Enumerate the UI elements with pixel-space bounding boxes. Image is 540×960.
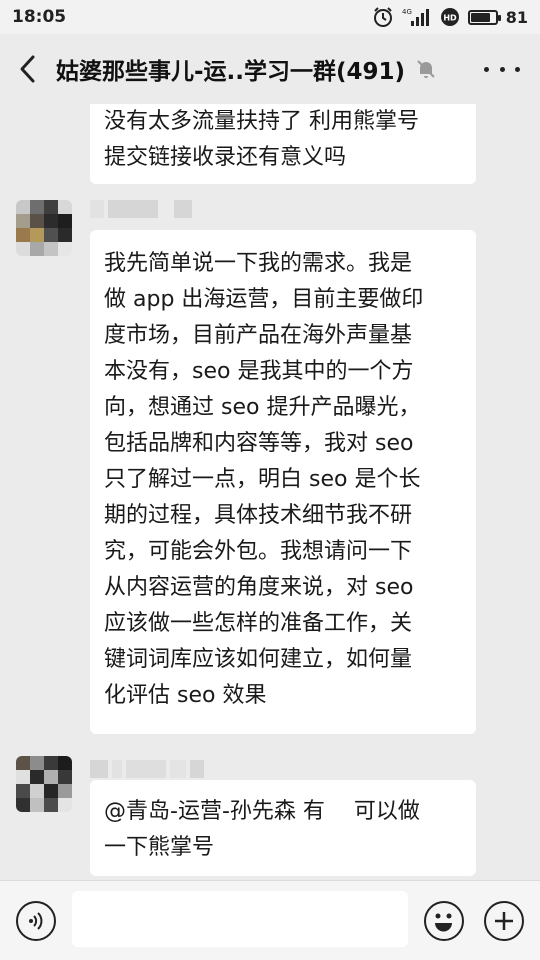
emoji-icon: [435, 913, 452, 932]
plus-button[interactable]: [484, 901, 524, 941]
message-line: 只了解过一点，明白 seo 是个长: [104, 467, 421, 492]
more-dot: [484, 66, 489, 72]
sender-name-blurred: [90, 760, 204, 778]
more-dot: [515, 66, 520, 72]
message-bubble[interactable]: 没有太多流量扶持了 利用熊掌号 提交链接收录还有意义吗: [90, 104, 476, 184]
emoji-button[interactable]: [424, 901, 464, 941]
message-line: 本没有，seo 是我其中的一个方: [104, 359, 414, 384]
message-line: 包括品牌和内容等等，我对 seo: [104, 431, 414, 456]
message-line: 提交链接收录还有意义吗: [104, 145, 347, 170]
message-line: 我先简单说一下我的需求。我是: [104, 251, 413, 276]
message-line: 度市场，目前产品在海外声量基: [104, 323, 413, 348]
message-line: 期的过程，具体技术细节我不研: [104, 503, 413, 528]
message-input[interactable]: [72, 891, 408, 947]
input-bar: [0, 880, 540, 960]
avatar[interactable]: [16, 756, 72, 812]
message-line: 没有太多流量扶持了 利用熊掌号: [104, 109, 419, 134]
alarm-icon: [372, 6, 394, 28]
chat-title: 姑婆那些事儿-运..学习一群(491): [56, 59, 406, 85]
sender-name-blurred: [90, 200, 192, 218]
signal-icon: 4G: [402, 7, 432, 27]
message-line: 究，可能会外包。我想请问一下: [104, 539, 413, 564]
message-line: 键词词库应该如何建立，如何量: [104, 647, 413, 672]
status-bar: 18:05 4G HD 81: [0, 0, 540, 34]
message-line: 化评估 seo 效果: [104, 683, 267, 708]
voice-button[interactable]: [16, 901, 56, 941]
voice-icon: [29, 912, 43, 930]
battery-level: 81: [505, 7, 528, 27]
chat-message-list[interactable]: 没有太多流量扶持了 利用熊掌号 提交链接收录还有意义吗 我先简单说一下我的需求。…: [0, 104, 540, 880]
battery-fill: [470, 12, 491, 22]
message-line: 一下熊掌号: [104, 835, 215, 860]
message-line: 应该做一些怎样的准备工作，关: [104, 611, 413, 636]
message-bubble[interactable]: @青岛-运营-孙先森 有 可以做 一下熊掌号: [90, 780, 476, 876]
more-dot: [499, 66, 505, 72]
bell-off-icon: [415, 58, 437, 80]
avatar[interactable]: [16, 200, 72, 256]
network-label: 4G: [402, 8, 412, 16]
chat-header: 姑婆那些事儿-运..学习一群(491): [0, 34, 540, 104]
back-button[interactable]: [0, 34, 56, 104]
hd-label: HD: [443, 14, 457, 23]
message-line: 从内容运营的角度来说，对 seo: [104, 575, 414, 600]
message-bubble[interactable]: 我先简单说一下我的需求。我是 做 app 出海运营，目前主要做印 度市场，目前产…: [90, 230, 476, 734]
chevron-left-icon: [20, 55, 35, 83]
message-line: 做 app 出海运营，目前主要做印: [104, 287, 424, 312]
more-button[interactable]: [484, 56, 520, 82]
battery-icon: [467, 9, 501, 25]
plus-icon: [495, 912, 513, 930]
hd-icon: HD: [440, 7, 460, 27]
message-line: @青岛-运营-孙先森 有 可以做: [104, 799, 420, 824]
message-line: 向，想通过 seo 提升产品曝光，: [104, 395, 421, 420]
status-time: 18:05: [12, 7, 67, 27]
status-icons: 4G HD 81: [372, 6, 528, 28]
